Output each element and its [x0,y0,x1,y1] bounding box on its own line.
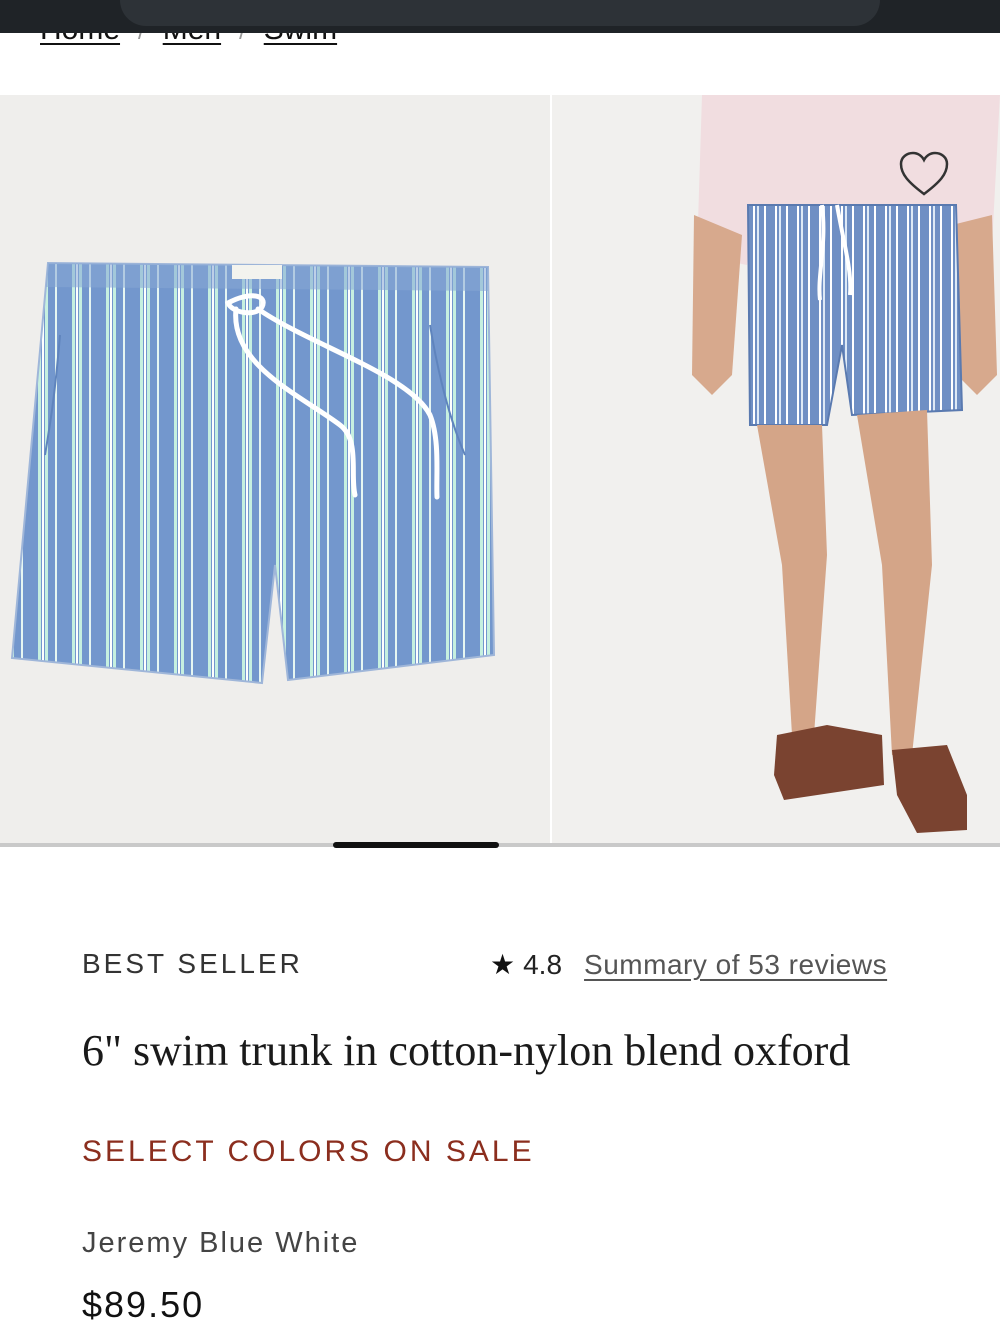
breadcrumb-separator: / [138,33,145,45]
product-title: 6" swim trunk in cotton-nylon blend oxfo… [82,1026,851,1075]
gallery-scroll-track[interactable] [0,843,1000,847]
browser-address-pill [120,0,880,26]
product-image-flat-lay[interactable] [0,95,550,845]
star-icon: ★ [490,949,516,980]
best-seller-badge: BEST SELLER [82,948,303,979]
breadcrumb-swim-link[interactable]: Swim [264,33,337,46]
selected-color-name: Jeremy Blue White [82,1227,360,1259]
rating-value: 4.8 [523,949,563,980]
product-price: $89.50 [82,1284,205,1325]
breadcrumb: Home / Men / Swim [40,33,980,95]
sale-notice: SELECT COLORS ON SALE [82,1135,535,1168]
gallery-scroll-indicator[interactable] [333,842,499,848]
model-wearing-trunk-illustration [692,95,1000,833]
wishlist-heart-icon[interactable] [898,150,950,198]
reviews-summary-link[interactable]: Summary of 53 reviews [584,949,887,980]
rating-summary: ★ 4.8 Summary of 53 reviews [490,948,887,981]
swim-trunk-flat-illustration [10,261,496,685]
product-image-model[interactable] [552,95,1000,845]
breadcrumb-home-link[interactable]: Home [40,33,120,46]
breadcrumb-men-link[interactable]: Men [163,33,221,46]
breadcrumb-separator: / [239,33,246,45]
browser-top-bar [0,0,1000,33]
product-image-gallery[interactable] [0,95,1000,845]
